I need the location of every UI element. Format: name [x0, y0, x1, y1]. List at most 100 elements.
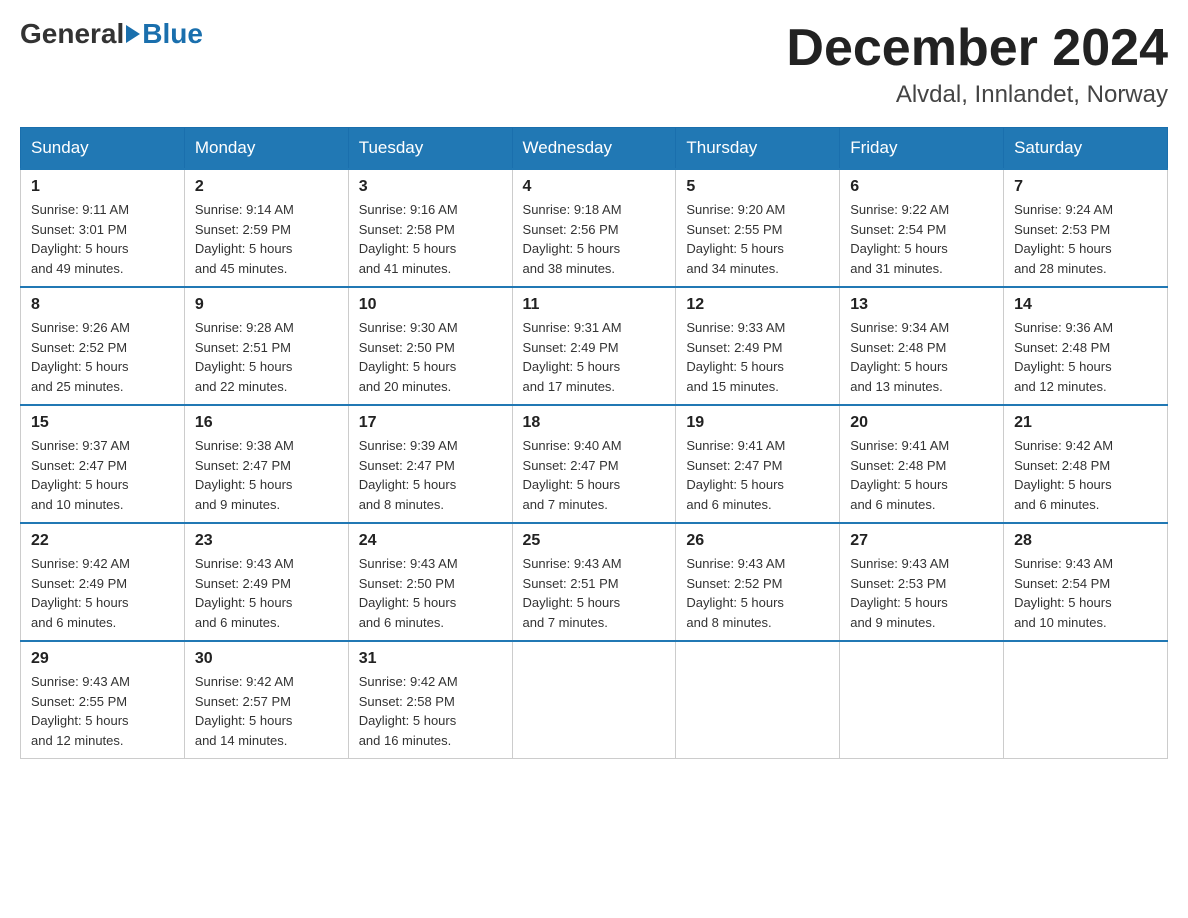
- calendar-day-cell: 31 Sunrise: 9:42 AMSunset: 2:58 PMDayligh…: [348, 641, 512, 759]
- calendar-week-row: 29 Sunrise: 9:43 AMSunset: 2:55 PMDayligh…: [21, 641, 1168, 759]
- day-info: Sunrise: 9:20 AMSunset: 2:55 PMDaylight:…: [686, 200, 829, 278]
- day-number: 2: [195, 178, 338, 196]
- calendar-day-cell: 26 Sunrise: 9:43 AMSunset: 2:52 PMDayligh…: [676, 523, 840, 641]
- calendar-day-cell: 19Sunrise: 9:41 AMSunset: 2:47 PMDayligh…: [676, 405, 840, 523]
- day-number: 24: [359, 532, 502, 550]
- day-number: 10: [359, 296, 502, 314]
- day-number: 23: [195, 532, 338, 550]
- calendar-day-cell: 20 Sunrise: 9:41 AMSunset: 2:48 PMDayligh…: [840, 405, 1004, 523]
- logo: General Blue: [20, 20, 203, 48]
- day-info: Sunrise: 9:38 AMSunset: 2:47 PMDaylight:…: [195, 436, 338, 514]
- day-info: Sunrise: 9:16 AMSunset: 2:58 PMDaylight:…: [359, 200, 502, 278]
- day-info: Sunrise: 9:43 AMSunset: 2:51 PMDaylight:…: [523, 554, 666, 632]
- weekday-header-sunday: Sunday: [21, 128, 185, 170]
- calendar-day-cell: 29 Sunrise: 9:43 AMSunset: 2:55 PMDayligh…: [21, 641, 185, 759]
- calendar-day-cell: 11Sunrise: 9:31 AMSunset: 2:49 PMDayligh…: [512, 287, 676, 405]
- day-number: 18: [523, 414, 666, 432]
- calendar-day-cell: 6 Sunrise: 9:22 AMSunset: 2:54 PMDaylight…: [840, 169, 1004, 287]
- weekday-header-friday: Friday: [840, 128, 1004, 170]
- day-number: 1: [31, 178, 174, 196]
- day-number: 5: [686, 178, 829, 196]
- calendar-day-cell: 30 Sunrise: 9:42 AMSunset: 2:57 PMDayligh…: [184, 641, 348, 759]
- day-number: 20: [850, 414, 993, 432]
- day-info: Sunrise: 9:36 AMSunset: 2:48 PMDaylight:…: [1014, 318, 1157, 396]
- day-info: Sunrise: 9:39 AMSunset: 2:47 PMDaylight:…: [359, 436, 502, 514]
- day-info: Sunrise: 9:43 AMSunset: 2:55 PMDaylight:…: [31, 672, 174, 750]
- calendar-week-row: 22Sunrise: 9:42 AMSunset: 2:49 PMDayligh…: [21, 523, 1168, 641]
- day-info: Sunrise: 9:43 AMSunset: 2:53 PMDaylight:…: [850, 554, 993, 632]
- day-number: 8: [31, 296, 174, 314]
- day-info: Sunrise: 9:42 AMSunset: 2:48 PMDaylight:…: [1014, 436, 1157, 514]
- day-info: Sunrise: 9:42 AMSunset: 2:57 PMDaylight:…: [195, 672, 338, 750]
- calendar-day-cell: 3 Sunrise: 9:16 AMSunset: 2:58 PMDaylight…: [348, 169, 512, 287]
- calendar-day-cell: 17 Sunrise: 9:39 AMSunset: 2:47 PMDayligh…: [348, 405, 512, 523]
- day-info: Sunrise: 9:33 AMSunset: 2:49 PMDaylight:…: [686, 318, 829, 396]
- day-number: 7: [1014, 178, 1157, 196]
- calendar-day-cell: 10 Sunrise: 9:30 AMSunset: 2:50 PMDayligh…: [348, 287, 512, 405]
- day-info: Sunrise: 9:31 AMSunset: 2:49 PMDaylight:…: [523, 318, 666, 396]
- location-title: Alvdal, Innlandet, Norway: [786, 81, 1168, 109]
- day-number: 4: [523, 178, 666, 196]
- day-info: Sunrise: 9:30 AMSunset: 2:50 PMDaylight:…: [359, 318, 502, 396]
- day-number: 28: [1014, 532, 1157, 550]
- day-info: Sunrise: 9:26 AMSunset: 2:52 PMDaylight:…: [31, 318, 174, 396]
- day-info: Sunrise: 9:41 AMSunset: 2:47 PMDaylight:…: [686, 436, 829, 514]
- logo-arrow-icon: [126, 25, 140, 43]
- weekday-header-thursday: Thursday: [676, 128, 840, 170]
- calendar-day-cell: 14 Sunrise: 9:36 AMSunset: 2:48 PMDayligh…: [1004, 287, 1168, 405]
- day-number: 6: [850, 178, 993, 196]
- weekday-header-monday: Monday: [184, 128, 348, 170]
- calendar-day-cell: 2 Sunrise: 9:14 AMSunset: 2:59 PMDaylight…: [184, 169, 348, 287]
- calendar-week-row: 15Sunrise: 9:37 AMSunset: 2:47 PMDayligh…: [21, 405, 1168, 523]
- calendar-day-cell: 24 Sunrise: 9:43 AMSunset: 2:50 PMDayligh…: [348, 523, 512, 641]
- day-info: Sunrise: 9:37 AMSunset: 2:47 PMDaylight:…: [31, 436, 174, 514]
- page-header: General Blue December 2024 Alvdal, Innla…: [20, 20, 1168, 109]
- calendar-day-cell: [512, 641, 676, 759]
- weekday-header-row: SundayMondayTuesdayWednesdayThursdayFrid…: [21, 128, 1168, 170]
- calendar-day-cell: 13Sunrise: 9:34 AMSunset: 2:48 PMDayligh…: [840, 287, 1004, 405]
- day-info: Sunrise: 9:43 AMSunset: 2:52 PMDaylight:…: [686, 554, 829, 632]
- weekday-header-saturday: Saturday: [1004, 128, 1168, 170]
- day-info: Sunrise: 9:24 AMSunset: 2:53 PMDaylight:…: [1014, 200, 1157, 278]
- calendar-table: SundayMondayTuesdayWednesdayThursdayFrid…: [20, 127, 1168, 759]
- calendar-day-cell: 8 Sunrise: 9:26 AMSunset: 2:52 PMDaylight…: [21, 287, 185, 405]
- calendar-day-cell: 7 Sunrise: 9:24 AMSunset: 2:53 PMDaylight…: [1004, 169, 1168, 287]
- calendar-day-cell: 25Sunrise: 9:43 AMSunset: 2:51 PMDayligh…: [512, 523, 676, 641]
- month-title: December 2024: [786, 20, 1168, 77]
- day-info: Sunrise: 9:43 AMSunset: 2:54 PMDaylight:…: [1014, 554, 1157, 632]
- day-number: 12: [686, 296, 829, 314]
- day-info: Sunrise: 9:11 AMSunset: 3:01 PMDaylight:…: [31, 200, 174, 278]
- day-info: Sunrise: 9:43 AMSunset: 2:50 PMDaylight:…: [359, 554, 502, 632]
- calendar-day-cell: 4 Sunrise: 9:18 AMSunset: 2:56 PMDaylight…: [512, 169, 676, 287]
- day-info: Sunrise: 9:41 AMSunset: 2:48 PMDaylight:…: [850, 436, 993, 514]
- calendar-day-cell: 21Sunrise: 9:42 AMSunset: 2:48 PMDayligh…: [1004, 405, 1168, 523]
- calendar-day-cell: 15Sunrise: 9:37 AMSunset: 2:47 PMDayligh…: [21, 405, 185, 523]
- day-number: 26: [686, 532, 829, 550]
- day-info: Sunrise: 9:18 AMSunset: 2:56 PMDaylight:…: [523, 200, 666, 278]
- day-info: Sunrise: 9:42 AMSunset: 2:58 PMDaylight:…: [359, 672, 502, 750]
- day-info: Sunrise: 9:43 AMSunset: 2:49 PMDaylight:…: [195, 554, 338, 632]
- day-number: 3: [359, 178, 502, 196]
- day-number: 16: [195, 414, 338, 432]
- day-number: 29: [31, 650, 174, 668]
- title-area: December 2024 Alvdal, Innlandet, Norway: [786, 20, 1168, 109]
- calendar-day-cell: [676, 641, 840, 759]
- weekday-header-wednesday: Wednesday: [512, 128, 676, 170]
- calendar-day-cell: 18 Sunrise: 9:40 AMSunset: 2:47 PMDayligh…: [512, 405, 676, 523]
- calendar-day-cell: 23 Sunrise: 9:43 AMSunset: 2:49 PMDayligh…: [184, 523, 348, 641]
- day-number: 30: [195, 650, 338, 668]
- day-number: 31: [359, 650, 502, 668]
- day-number: 17: [359, 414, 502, 432]
- calendar-day-cell: [840, 641, 1004, 759]
- calendar-day-cell: 9Sunrise: 9:28 AMSunset: 2:51 PMDaylight…: [184, 287, 348, 405]
- day-info: Sunrise: 9:22 AMSunset: 2:54 PMDaylight:…: [850, 200, 993, 278]
- day-number: 14: [1014, 296, 1157, 314]
- day-info: Sunrise: 9:40 AMSunset: 2:47 PMDaylight:…: [523, 436, 666, 514]
- calendar-day-cell: 12 Sunrise: 9:33 AMSunset: 2:49 PMDayligh…: [676, 287, 840, 405]
- weekday-header-tuesday: Tuesday: [348, 128, 512, 170]
- day-info: Sunrise: 9:28 AMSunset: 2:51 PMDaylight:…: [195, 318, 338, 396]
- calendar-day-cell: 1 Sunrise: 9:11 AMSunset: 3:01 PMDaylight…: [21, 169, 185, 287]
- calendar-week-row: 1 Sunrise: 9:11 AMSunset: 3:01 PMDaylight…: [21, 169, 1168, 287]
- day-info: Sunrise: 9:42 AMSunset: 2:49 PMDaylight:…: [31, 554, 174, 632]
- day-info: Sunrise: 9:14 AMSunset: 2:59 PMDaylight:…: [195, 200, 338, 278]
